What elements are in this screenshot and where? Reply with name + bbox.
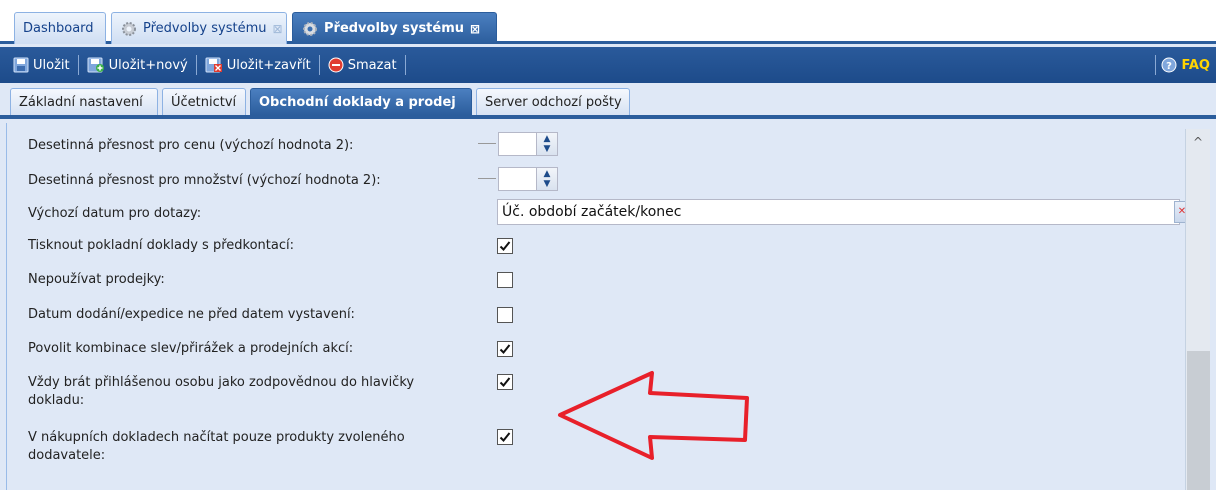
toolbar-separator xyxy=(1155,55,1156,75)
tab-basic-settings[interactable]: Základní nastavení xyxy=(10,88,158,115)
tab-label: Předvolby systému xyxy=(143,21,267,36)
checkmark-icon xyxy=(499,344,511,354)
tab-label: Předvolby systému xyxy=(324,21,465,36)
toolbar-separator xyxy=(318,55,320,75)
checkmark-icon xyxy=(499,377,511,387)
spinner-trigger-line xyxy=(478,143,496,144)
gear-icon xyxy=(120,20,138,38)
save-new-label: Uložit+nový xyxy=(108,57,188,73)
top-strip: Dashboard Předvolby systému ⊠ Předvolby … xyxy=(0,0,1216,44)
toolbar-separator xyxy=(404,55,406,75)
tab-dashboard[interactable]: Dashboard xyxy=(14,12,106,44)
tab-accounting[interactable]: Účetnictví xyxy=(162,88,246,115)
supplier-checkbox[interactable] xyxy=(497,429,513,445)
tab-label: Dashboard xyxy=(23,21,94,36)
close-icon[interactable]: ⊠ xyxy=(470,22,480,36)
sub-tab-bar: Základní nastavení Účetnictví Obchodní d… xyxy=(0,83,1216,119)
delete-icon xyxy=(328,57,344,73)
delete-button[interactable]: Smazat xyxy=(323,52,402,78)
price-precision-label: Desetinná přesnost pro cenu (výchozí hod… xyxy=(28,138,354,153)
spinner-arrows-icon[interactable]: ▲ ▼ xyxy=(536,167,558,191)
no-receipts-label: Nepoužívat prodejky: xyxy=(28,272,165,287)
checkmark-icon xyxy=(499,241,511,251)
supplier-label-line2: dodavatele: xyxy=(28,448,106,463)
toolbar: Uložit Uložit+nový Uložit+zavřít Smazat … xyxy=(0,47,1216,83)
vertical-scrollbar[interactable]: ^ xyxy=(1185,129,1210,490)
print-cash-label: Tisknout pokladní doklady s předkontací: xyxy=(28,238,294,253)
faq-button[interactable]: ? FAQ xyxy=(1161,52,1210,78)
responsible-label-line2: dokladu: xyxy=(28,393,85,408)
save-button[interactable]: Uložit xyxy=(8,52,75,78)
tab-label: Obchodní doklady a prodej xyxy=(259,94,456,110)
red-arrow-annotation xyxy=(558,371,749,460)
spinner-trigger-line xyxy=(478,178,496,179)
toolbar-separator xyxy=(77,55,79,75)
qty-precision-spinner[interactable]: ▲ ▼ xyxy=(478,167,583,191)
default-date-label: Výchozí datum pro dotazy: xyxy=(28,206,202,221)
qty-precision-label: Desetinná přesnost pro množství (výchozí… xyxy=(28,173,381,188)
tab-system-preferences-2[interactable]: Předvolby systému ⊠ xyxy=(292,12,497,44)
top-tab-bar: Dashboard Předvolby systému ⊠ Předvolby … xyxy=(0,6,1216,44)
responsible-label-line1: Vždy brát přihlášenou osobu jako zodpově… xyxy=(28,375,415,390)
delete-label: Smazat xyxy=(347,57,397,73)
toolbar-separator xyxy=(195,55,197,75)
help-icon: ? xyxy=(1161,57,1177,73)
print-cash-checkbox[interactable] xyxy=(497,238,513,254)
allow-combo-checkbox[interactable] xyxy=(497,341,513,357)
allow-combo-label: Povolit kombinace slev/přirážek a prodej… xyxy=(28,341,354,356)
delivery-date-label: Datum dodání/expedice ne před datem vyst… xyxy=(28,307,355,322)
svg-text:?: ? xyxy=(1167,61,1173,72)
gear-icon xyxy=(301,20,319,38)
delivery-date-checkbox[interactable] xyxy=(497,307,513,323)
faq-label: FAQ xyxy=(1181,57,1210,73)
no-receipts-checkbox[interactable] xyxy=(497,272,513,288)
save-icon xyxy=(13,57,29,73)
default-date-combo[interactable]: Úč. období začátek/konec xyxy=(497,199,1180,225)
save-new-button[interactable]: Uložit+nový xyxy=(82,52,193,78)
save-new-icon xyxy=(87,57,104,73)
save-label: Uložit xyxy=(33,57,70,73)
tab-label: Účetnictví xyxy=(171,94,237,110)
tab-system-preferences-1[interactable]: Předvolby systému ⊠ xyxy=(111,12,287,44)
responsible-checkbox[interactable] xyxy=(497,374,513,390)
save-close-button[interactable]: Uložit+zavřít xyxy=(200,52,316,78)
checkmark-icon xyxy=(499,432,511,442)
save-close-label: Uložit+zavřít xyxy=(226,57,311,73)
price-precision-spinner[interactable]: ▲ ▼ xyxy=(478,132,583,156)
tab-label: Server odchozí pošty xyxy=(485,94,622,110)
close-icon[interactable]: ⊠ xyxy=(273,22,283,36)
scroll-thumb[interactable] xyxy=(1187,351,1210,490)
spinner-arrows-icon[interactable]: ▲ ▼ xyxy=(536,132,558,156)
scroll-up-icon[interactable]: ^ xyxy=(1193,135,1203,149)
save-close-icon xyxy=(205,57,222,73)
tab-business-documents[interactable]: Obchodní doklady a prodej xyxy=(250,88,472,115)
tab-outgoing-mail-server[interactable]: Server odchozí pošty xyxy=(476,88,630,115)
tab-label: Základní nastavení xyxy=(19,94,143,110)
supplier-label-line1: V nákupních dokladech načítat pouze prod… xyxy=(28,430,405,445)
